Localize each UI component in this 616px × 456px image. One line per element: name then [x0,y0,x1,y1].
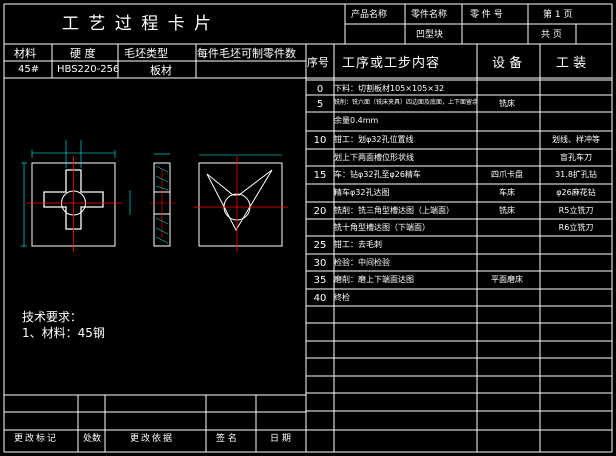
footer-date: 日 期 [270,434,291,444]
dimension-lines [21,140,282,247]
section-view-centerlines [193,156,288,252]
footer-change-mark: 更改标记 [14,434,59,444]
footer-count: 处数 [83,434,102,444]
part-drawing [21,140,288,252]
section-view [198,162,283,247]
footer-change-basis: 更改依据 [130,434,175,444]
tech-requirement-material: 1、材料：45钢 [22,326,105,340]
process-card-sheet: 工 艺 过 程 卡 片 产品名称 零件名称 零 件 号 第 1 页 凹型块 共 … [0,0,616,456]
tech-requirements-heading: 技术要求： [22,310,83,324]
side-view [150,162,176,247]
footer-signature: 签 名 [216,434,237,444]
